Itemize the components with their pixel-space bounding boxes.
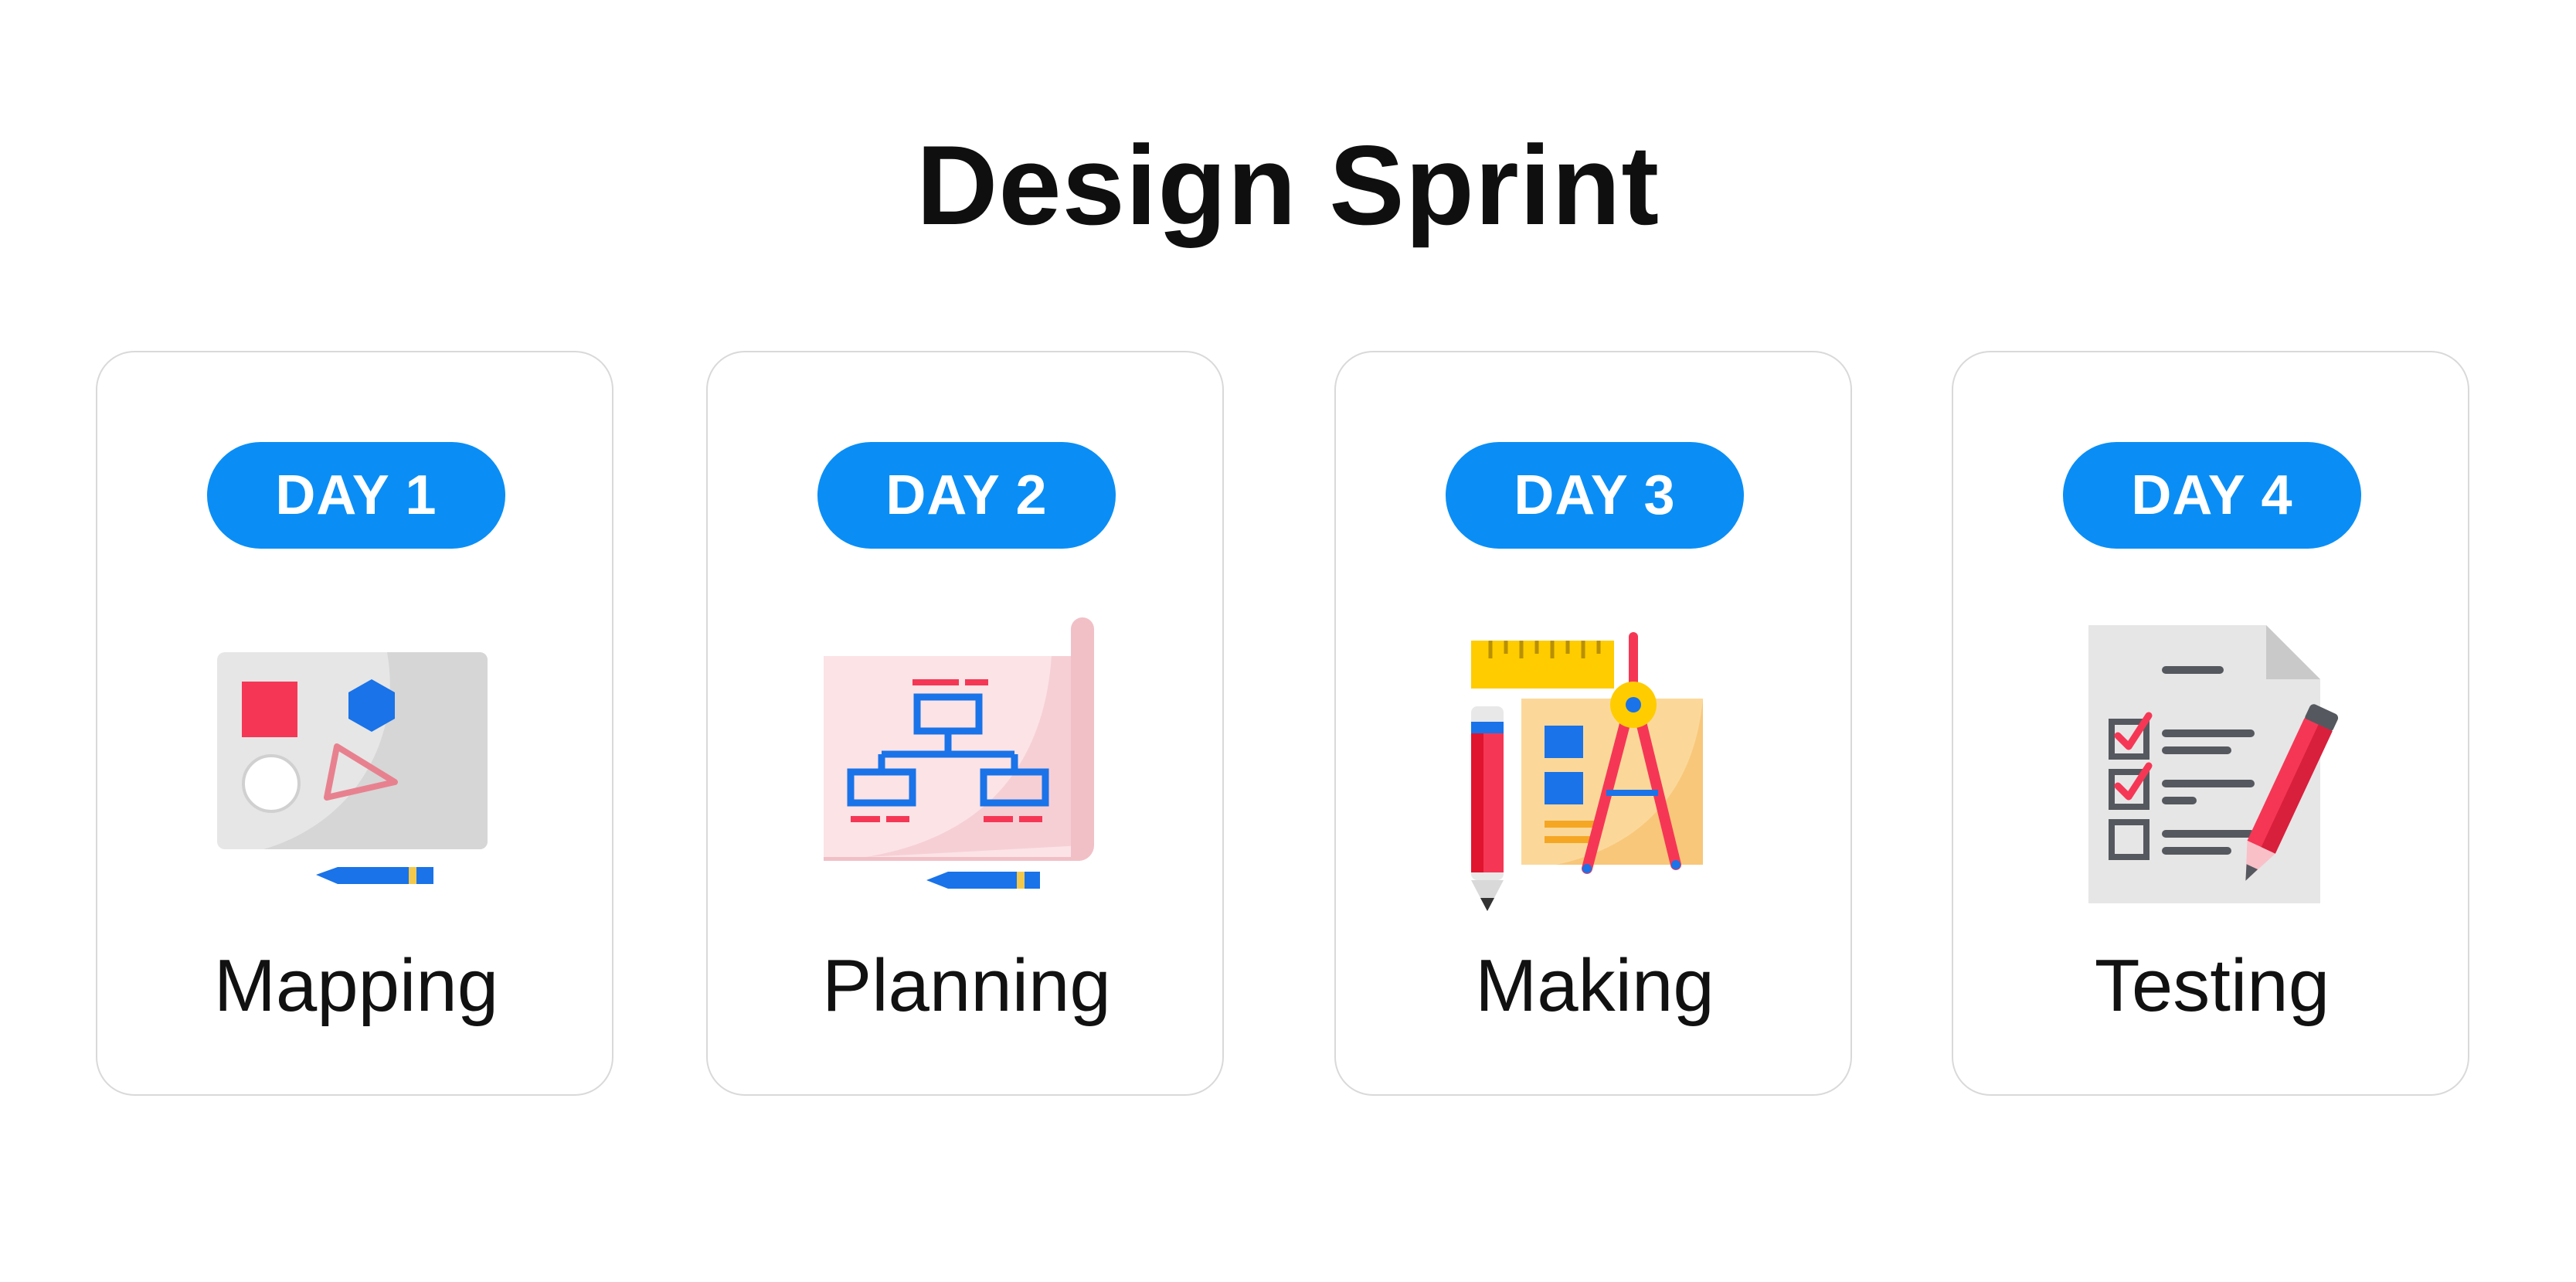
page-title: Design Sprint: [916, 122, 1660, 248]
day-badge: DAY 2: [817, 442, 1116, 549]
day-badge: DAY 3: [1446, 442, 1744, 549]
card-day-4: DAY 4 Testing: [1952, 351, 2469, 1096]
card-day-2: DAY 2 Planning: [706, 351, 1224, 1096]
card-label: Planning: [822, 944, 1111, 1027]
checklist-pen-icon: [2088, 625, 2339, 903]
blueprint-flowchart-icon: [824, 617, 1094, 889]
card-label: Making: [1475, 944, 1715, 1027]
card-label: Testing: [2094, 944, 2330, 1027]
card-day-3: DAY 3 Making: [1334, 351, 1852, 1096]
day-badge: DAY 4: [2063, 442, 2361, 549]
whiteboard-shapes-icon: [217, 652, 488, 884]
day-badge: DAY 1: [207, 442, 505, 549]
card-day-1: DAY 1 Mapping: [96, 351, 613, 1096]
ruler-compass-pencil-icon: [1471, 632, 1703, 911]
card-label: Mapping: [213, 944, 499, 1027]
